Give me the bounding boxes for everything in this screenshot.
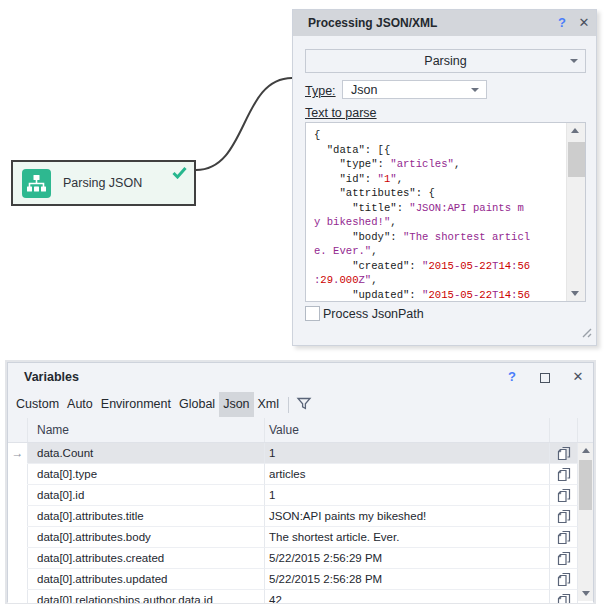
tab-auto[interactable]: Auto (63, 392, 97, 417)
scroll-up-icon[interactable] (567, 123, 582, 138)
textarea-scrollbar[interactable] (566, 123, 585, 301)
row-value: The shortest article. Ever. (265, 527, 550, 548)
json-content: { "data": [{ "type": "articles", "id": "… (314, 128, 530, 302)
tab-custom[interactable]: Custom (12, 392, 63, 417)
process-jsonpath-checkbox[interactable] (305, 306, 320, 321)
variables-panel: Variables ? ✕ CustomAutoEnvironmentGloba… (7, 362, 594, 602)
scroll-up-icon[interactable] (578, 443, 593, 458)
variables-title: Variables (24, 370, 79, 384)
row-name: data[0].attributes.body (28, 527, 265, 548)
filter-icon[interactable] (296, 396, 312, 414)
table-row[interactable]: data[0].typearticles (8, 464, 593, 485)
resize-grip[interactable] (579, 324, 592, 342)
row-value: 42 (265, 590, 550, 603)
scroll-down-icon[interactable] (578, 586, 593, 601)
row-name: data[0].attributes.updated (28, 569, 265, 590)
copy-icon[interactable] (550, 590, 578, 603)
variables-help-icon[interactable]: ? (505, 369, 519, 384)
row-name: data.Count (28, 443, 265, 464)
scrollbar-thumb[interactable] (579, 460, 592, 510)
copy-icon[interactable] (550, 464, 578, 485)
copy-icon[interactable] (550, 443, 578, 464)
tab-json[interactable]: Json (219, 392, 253, 417)
column-header-value[interactable]: Value (265, 418, 550, 442)
copy-icon[interactable] (550, 569, 578, 590)
dialog-titlebar[interactable]: Processing JSON/XML ? ✕ (293, 10, 596, 36)
dialog-close-icon[interactable]: ✕ (577, 15, 591, 30)
table-row[interactable]: data[0].attributes.titleJSON:API paints … (8, 506, 593, 527)
tab-environment[interactable]: Environment (97, 392, 175, 417)
copy-icon[interactable] (550, 485, 578, 506)
text-to-parse-label[interactable]: Text to parse (305, 106, 377, 120)
row-gutter (8, 548, 28, 569)
variables-close-icon[interactable]: ✕ (571, 369, 585, 384)
success-check-icon (172, 165, 187, 183)
type-label[interactable]: Type: (305, 84, 336, 98)
node-label: Parsing JSON (63, 176, 142, 190)
variables-titlebar[interactable]: Variables ? ✕ (8, 363, 593, 391)
row-name: data[0].relationships.author.data.id (28, 590, 265, 603)
table-row[interactable]: data[0].id1 (8, 485, 593, 506)
row-gutter (8, 527, 28, 548)
chevron-down-icon (570, 59, 578, 63)
row-name: data[0].id (28, 485, 265, 506)
column-header-name[interactable]: Name (28, 418, 265, 442)
table-row[interactable]: data[0].relationships.author.data.id42 (8, 590, 593, 603)
type-dropdown[interactable]: Json (342, 80, 487, 99)
header-gutter (8, 418, 28, 442)
row-gutter: → (8, 443, 28, 464)
tab-xml[interactable]: Xml (254, 392, 284, 417)
table-row[interactable]: →data.Count1 (8, 443, 593, 464)
mode-dropdown-value: Parsing (424, 54, 466, 68)
tabs-separator (288, 397, 289, 413)
table-row[interactable]: data[0].attributes.created5/22/2015 2:56… (8, 548, 593, 569)
row-gutter (8, 590, 28, 603)
row-value: 5/22/2015 2:56:29 PM (265, 548, 550, 569)
row-value: 5/22/2015 2:56:28 PM (265, 569, 550, 590)
row-gutter (8, 464, 28, 485)
text-to-parse-textarea[interactable]: { "data": [{ "type": "articles", "id": "… (305, 122, 586, 302)
row-name: data[0].attributes.title (28, 506, 265, 527)
tab-global[interactable]: Global (175, 392, 219, 417)
row-value: articles (265, 464, 550, 485)
mode-dropdown[interactable]: Parsing (305, 49, 586, 73)
copy-icon[interactable] (550, 527, 578, 548)
row-name: data[0].type (28, 464, 265, 485)
row-name: data[0].attributes.created (28, 548, 265, 569)
variables-table-body: →data.Count1data[0].typearticlesdata[0].… (8, 443, 593, 603)
processing-json-xml-dialog: Processing JSON/XML ? ✕ Parsing Type: Js… (292, 9, 597, 346)
workflow-node-parsing-json[interactable]: Parsing JSON (11, 160, 196, 206)
dialog-help-icon[interactable]: ? (555, 15, 569, 30)
row-gutter (8, 485, 28, 506)
dialog-title: Processing JSON/XML (308, 16, 437, 30)
row-gutter (8, 506, 28, 527)
table-row[interactable]: data[0].attributes.bodyThe shortest arti… (8, 527, 593, 548)
header-copy-col (550, 418, 578, 442)
variables-tabs: CustomAutoEnvironmentGlobalJsonXml (8, 391, 593, 418)
row-value: 1 (265, 443, 550, 464)
copy-icon[interactable] (550, 548, 578, 569)
scroll-down-icon[interactable] (567, 286, 582, 301)
chevron-down-icon (471, 88, 479, 92)
table-header[interactable]: Name Value (8, 418, 593, 443)
header-scroll-col (578, 418, 593, 442)
copy-icon[interactable] (550, 506, 578, 527)
process-jsonpath-label: Process JsonPath (323, 307, 424, 321)
row-value: 1 (265, 485, 550, 506)
sitemap-icon (22, 169, 51, 198)
variables-maximize-icon[interactable] (538, 370, 552, 384)
row-value: JSON:API paints my bikeshed! (265, 506, 550, 527)
type-dropdown-value: Json (351, 83, 377, 97)
row-gutter (8, 569, 28, 590)
variables-scrollbar[interactable] (578, 443, 593, 601)
scrollbar-thumb[interactable] (568, 142, 585, 177)
table-row[interactable]: data[0].attributes.updated5/22/2015 2:56… (8, 569, 593, 590)
